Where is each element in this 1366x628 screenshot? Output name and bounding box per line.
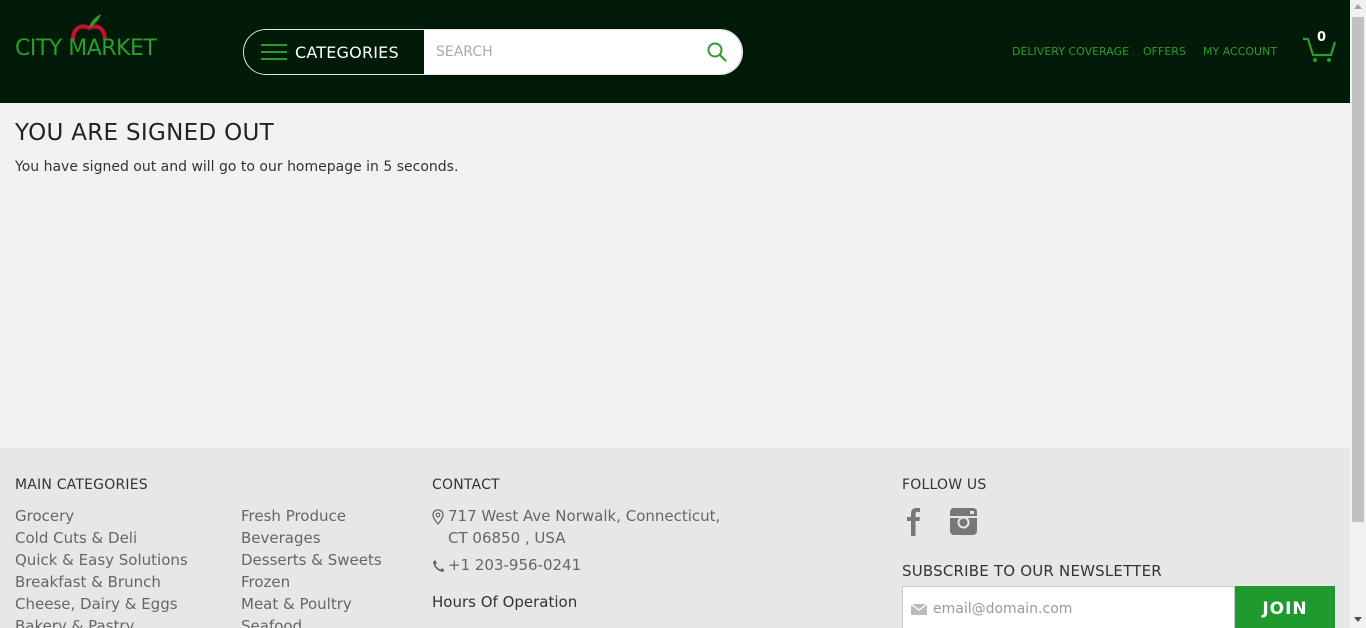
address-line-2: CT 06850 , USA bbox=[448, 529, 566, 547]
page-title: YOU ARE SIGNED OUT bbox=[15, 120, 274, 146]
categories-label: CATEGORIES bbox=[295, 42, 399, 62]
facebook-icon bbox=[907, 508, 920, 536]
category-link[interactable]: Desserts & Sweets bbox=[241, 549, 382, 571]
categories-button[interactable]: CATEGORIES bbox=[244, 30, 424, 74]
mail-icon bbox=[911, 603, 927, 615]
category-link[interactable]: Bakery & Pastry bbox=[15, 615, 188, 628]
signout-message: You have signed out and will go to our h… bbox=[15, 159, 459, 175]
site-header: CITY MARKET CATEGORIES DELIVERY COVERAGE… bbox=[0, 0, 1350, 103]
main-categories-heading: MAIN CATEGORIES bbox=[15, 477, 148, 493]
category-link[interactable]: Cheese, Dairy & Eggs bbox=[15, 593, 188, 615]
contact-heading: CONTACT bbox=[432, 477, 500, 493]
category-link[interactable]: Fresh Produce bbox=[241, 505, 382, 527]
search-input[interactable] bbox=[424, 30, 692, 74]
category-link[interactable]: Cold Cuts & Deli bbox=[15, 527, 188, 549]
category-link[interactable]: Beverages bbox=[241, 527, 382, 549]
scroll-thumb[interactable] bbox=[1352, 17, 1364, 522]
instagram-icon bbox=[950, 508, 977, 535]
category-link[interactable]: Breakfast & Brunch bbox=[15, 571, 188, 593]
newsletter-email-input[interactable] bbox=[933, 601, 1234, 617]
hamburger-icon bbox=[261, 43, 287, 61]
newsletter-input-wrap bbox=[902, 586, 1235, 628]
map-pin-icon bbox=[432, 509, 444, 525]
search-icon bbox=[707, 42, 727, 62]
follow-us-heading: FOLLOW US bbox=[902, 477, 987, 493]
newsletter-heading: SUBSCRIBE TO OUR NEWSLETTER bbox=[902, 562, 1162, 580]
page-scrollbar[interactable] bbox=[1350, 0, 1366, 628]
category-link[interactable]: Meat & Poultry bbox=[241, 593, 382, 615]
categories-column-2: Fresh Produce Beverages Desserts & Sweet… bbox=[241, 505, 382, 628]
phone-number[interactable]: +1 203-956-0241 bbox=[448, 556, 581, 574]
category-link[interactable]: Frozen bbox=[241, 571, 382, 593]
nav-delivery-coverage[interactable]: DELIVERY COVERAGE bbox=[1012, 45, 1129, 58]
nav-my-account[interactable]: MY ACCOUNT bbox=[1203, 45, 1277, 58]
cart-button[interactable]: 0 bbox=[1302, 30, 1337, 63]
category-link[interactable]: Grocery bbox=[15, 505, 188, 527]
search-bar: CATEGORIES bbox=[243, 29, 743, 75]
address-line-1: 717 West Ave Norwalk, Connecticut, bbox=[448, 507, 721, 525]
hours-of-operation[interactable]: Hours Of Operation bbox=[432, 593, 577, 611]
facebook-link[interactable] bbox=[903, 508, 931, 536]
cart-count: 0 bbox=[1317, 30, 1327, 45]
scroll-up-arrow-icon[interactable] bbox=[1354, 4, 1362, 9]
join-button[interactable]: JOIN bbox=[1235, 586, 1335, 628]
city-market-logo[interactable]: CITY MARKET bbox=[15, 10, 165, 66]
logo-text: CITY MARKET bbox=[15, 36, 157, 61]
scroll-down-arrow-icon[interactable] bbox=[1354, 617, 1362, 622]
newsletter-form: JOIN bbox=[902, 586, 1335, 628]
category-link[interactable]: Seafood bbox=[241, 615, 382, 628]
main-content: YOU ARE SIGNED OUT You have signed out a… bbox=[0, 103, 1350, 448]
nav-offers[interactable]: OFFERS bbox=[1143, 45, 1186, 58]
site-footer: MAIN CATEGORIES Grocery Cold Cuts & Deli… bbox=[0, 448, 1350, 628]
instagram-link[interactable] bbox=[950, 508, 978, 536]
phone-icon bbox=[433, 560, 445, 572]
search-button[interactable] bbox=[692, 30, 742, 74]
category-link[interactable]: Quick & Easy Solutions bbox=[15, 549, 188, 571]
categories-column-1: Grocery Cold Cuts & Deli Quick & Easy So… bbox=[15, 505, 188, 628]
